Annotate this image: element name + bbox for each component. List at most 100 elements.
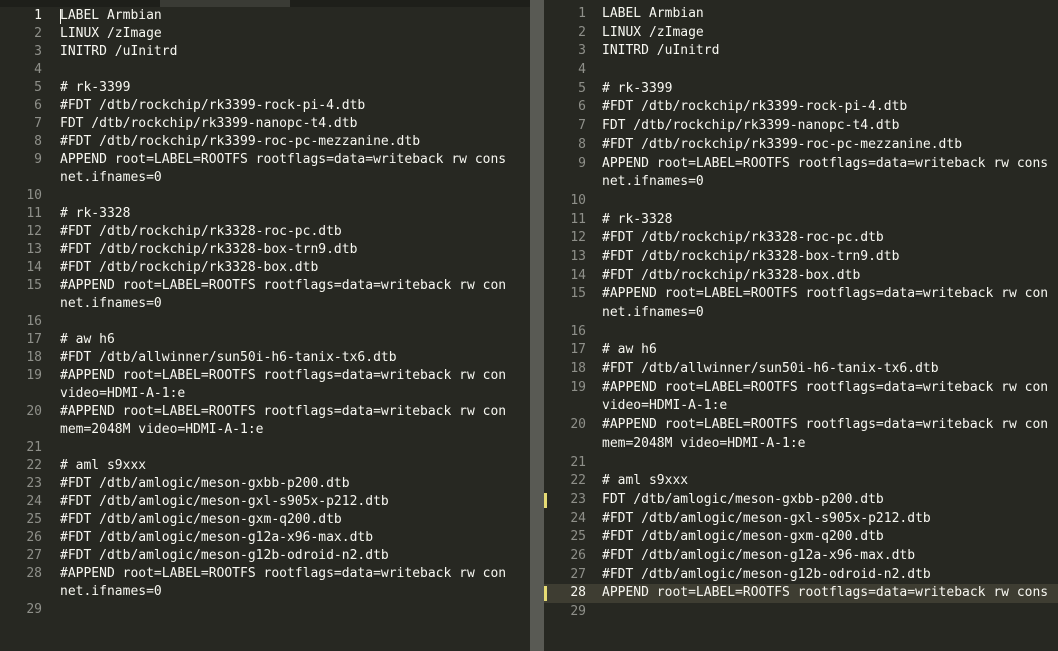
line-number: 24 [26,494,42,509]
editor-line[interactable]: 17 # aw h6 [0,331,530,349]
editor-line[interactable]: 18 #FDT /dtb/allwinner/sun50i-h6-tanix-tx… [0,349,530,367]
editor-line[interactable]: 10 [544,192,1058,211]
editor-pane-right[interactable]: 1 LABEL Armbian 2 LINUX /zImage 3 INITRD /u… [544,0,1058,651]
line-text: FDT /dtb/amlogic/meson-gxbb-p200.dtb [602,491,884,507]
editor-line-wrapped[interactable]: mem=2048M video=HDMI-A-1:e [544,435,1058,454]
line-text: #FDT /dtb/rockchip/rk3399-roc-pc-mezzani… [602,136,963,152]
editor-line-wrapped[interactable]: mem=2048M video=HDMI-A-1:e [0,421,530,439]
editor-line[interactable]: 19 #APPEND root=LABEL=ROOTFS rootflags=da… [544,379,1058,398]
editor-line[interactable]: 1 LABEL Armbian [544,5,1058,24]
editor-line[interactable]: 6 #FDT /dtb/rockchip/rk3399-rock-pi-4.dtb [544,98,1058,117]
editor-line[interactable]: 16 [0,313,530,331]
editor-line[interactable]: 19 #APPEND root=LABEL=ROOTFS rootflags=da… [0,367,530,385]
editor-line[interactable]: 9 APPEND root=LABEL=ROOTFS rootflags=data… [544,155,1058,174]
line-text: #APPEND root=LABEL=ROOTFS rootflags=data… [60,368,507,383]
editor-line[interactable]: 6 #FDT /dtb/rockchip/rk3399-rock-pi-4.dtb [0,97,530,115]
editor-line[interactable]: 18 #FDT /dtb/allwinner/sun50i-h6-tanix-tx… [544,360,1058,379]
editor-line[interactable]: 1 LABEL Armbian [0,7,530,25]
editor-line[interactable]: 25 #FDT /dtb/amlogic/meson-gxm-q200.dtb [544,528,1058,547]
editor-line[interactable]: 22 # aml s9xxx [0,457,530,475]
line-text: FDT /dtb/rockchip/rk3399-nanopc-t4.dtb [602,118,900,134]
editor-line[interactable]: 15 #APPEND root=LABEL=ROOTFS rootflags=da… [0,277,530,295]
pane-splitter[interactable] [530,0,544,651]
editor-line-modified[interactable]: 23 FDT /dtb/amlogic/meson-gxbb-p200.dtb [544,491,1058,510]
editor-line[interactable]: 14 #FDT /dtb/rockchip/rk3328-box.dtb [544,267,1058,286]
editor-line[interactable]: 25 #FDT /dtb/amlogic/meson-gxm-q200.dtb [0,511,530,529]
editor-line[interactable]: 12 #FDT /dtb/rockchip/rk3328-roc-pc.dtb [544,229,1058,248]
line-number: 26 [570,547,586,563]
editor-line[interactable]: 29 [544,603,1058,622]
editor-line[interactable]: 21 [544,454,1058,473]
line-text: video=HDMI-A-1:e [602,398,728,414]
editor-line[interactable]: 9 APPEND root=LABEL=ROOTFS rootflags=data… [0,151,530,169]
line-text: FDT /dtb/rockchip/rk3399-nanopc-t4.dtb [60,116,358,131]
editor-line[interactable]: 24 #FDT /dtb/amlogic/meson-gxl-s905x-p212… [0,493,530,511]
editor-line[interactable]: 11 # rk-3328 [0,205,530,223]
editor-line[interactable]: 20 #APPEND root=LABEL=ROOTFS rootflags=da… [0,403,530,421]
editor-line[interactable]: 26 #FDT /dtb/amlogic/meson-g12a-x96-max.d… [0,529,530,547]
editor-line[interactable]: 13 #FDT /dtb/rockchip/rk3328-box-trn9.dtb [0,241,530,259]
line-text: #FDT /dtb/allwinner/sun50i-h6-tanix-tx6.… [60,350,397,365]
editor-line[interactable]: 11 # rk-3328 [544,211,1058,230]
editor-line[interactable]: 14 #FDT /dtb/rockchip/rk3328-box.dtb [0,259,530,277]
line-number: 17 [26,332,42,347]
editor-line[interactable]: 27 #FDT /dtb/amlogic/meson-g12b-odroid-n2… [0,547,530,565]
editor-line[interactable]: 4 [0,61,530,79]
editor-line[interactable]: 27 #FDT /dtb/amlogic/meson-g12b-odroid-n2… [544,566,1058,585]
editor-line[interactable]: 4 [544,61,1058,80]
editor-line[interactable]: 13 #FDT /dtb/rockchip/rk3328-box-trn9.dtb [544,248,1058,267]
line-number: 9 [578,155,586,171]
editor-line-wrapped[interactable]: video=HDMI-A-1:e [544,397,1058,416]
line-text: #FDT /dtb/amlogic/meson-g12b-odroid-n2.d… [60,548,389,563]
editor-line[interactable]: 2 LINUX /zImage [0,25,530,43]
editor-line[interactable]: 12 #FDT /dtb/rockchip/rk3328-roc-pc.dtb [0,223,530,241]
line-text: mem=2048M video=HDMI-A-1:e [60,422,264,437]
line-number: 29 [570,604,586,619]
editor-line[interactable]: 5 # rk-3399 [0,79,530,97]
line-text: net.ifnames=0 [602,174,704,190]
editor-line[interactable]: 2 LINUX /zImage [544,24,1058,43]
editor-line[interactable]: 10 [0,187,530,205]
editor-line[interactable]: 8 #FDT /dtb/rockchip/rk3399-roc-pc-mezzan… [544,136,1058,155]
line-number: 23 [570,491,586,507]
editor-line-modified[interactable]: 28 APPEND root=LABEL=ROOTFS rootflags=dat… [544,584,1058,603]
editor-line[interactable]: 21 [0,439,530,457]
editor-line-wrapped[interactable]: video=HDMI-A-1:e [0,385,530,403]
editor-line[interactable]: 7 FDT /dtb/rockchip/rk3399-nanopc-t4.dtb [0,115,530,133]
editor-line[interactable]: 28 #APPEND root=LABEL=ROOTFS rootflags=da… [0,565,530,583]
editor-line-wrapped[interactable]: net.ifnames=0 [544,173,1058,192]
editor-line-wrapped[interactable]: net.ifnames=0 [0,583,530,601]
line-number: 13 [26,242,42,257]
line-number: 27 [570,566,586,582]
editor-line-wrapped[interactable]: net.ifnames=0 [0,169,530,187]
line-text: net.ifnames=0 [602,305,704,320]
editor-line[interactable]: 7 FDT /dtb/rockchip/rk3399-nanopc-t4.dtb [544,117,1058,136]
editor-line[interactable]: 26 #FDT /dtb/amlogic/meson-g12a-x96-max.d… [544,547,1058,566]
line-number: 18 [570,361,586,377]
editor-line-wrapped[interactable]: net.ifnames=0 [0,295,530,313]
line-number: 7 [34,116,42,131]
editor-line[interactable]: 20 #APPEND root=LABEL=ROOTFS rootflags=da… [544,416,1058,435]
editor-line[interactable]: 22 # aml s9xxx [544,472,1058,491]
editor-line[interactable]: 29 [0,601,530,619]
editor-line[interactable]: 23 #FDT /dtb/amlogic/meson-gxbb-p200.dtb [0,475,530,493]
line-number: 7 [578,118,586,134]
tab-left[interactable] [160,0,290,7]
editor-line[interactable]: 3 INITRD /uInitrd [544,42,1058,61]
editor-line[interactable]: 5 # rk-3399 [544,80,1058,99]
editor-pane-left[interactable]: 1 LABEL Armbian 2 LINUX /zImage 3 INITRD /u… [0,7,530,651]
line-text: #APPEND root=LABEL=ROOTFS rootflags=data… [60,566,507,581]
editor-line[interactable]: 3 INITRD /uInitrd [0,43,530,61]
line-text: # aml s9xxx [602,473,689,489]
editor-line[interactable]: 16 [544,323,1058,342]
editor-line[interactable]: 15 #APPEND root=LABEL=ROOTFS rootflags=da… [544,285,1058,304]
editor-line-wrapped[interactable]: net.ifnames=0 [544,304,1058,323]
editor-line[interactable]: 17 # aw h6 [544,341,1058,360]
line-text: #FDT /dtb/rockchip/rk3399-roc-pc-mezzani… [60,134,421,149]
line-number: 24 [570,510,586,526]
editor-line[interactable]: 8 #FDT /dtb/rockchip/rk3399-roc-pc-mezzan… [0,133,530,151]
editor-line[interactable]: 24 #FDT /dtb/amlogic/meson-gxl-s905x-p212… [544,510,1058,529]
line-number: 10 [570,192,586,208]
line-text: net.ifnames=0 [60,584,162,599]
line-text: #FDT /dtb/rockchip/rk3328-box-trn9.dtb [602,248,900,264]
